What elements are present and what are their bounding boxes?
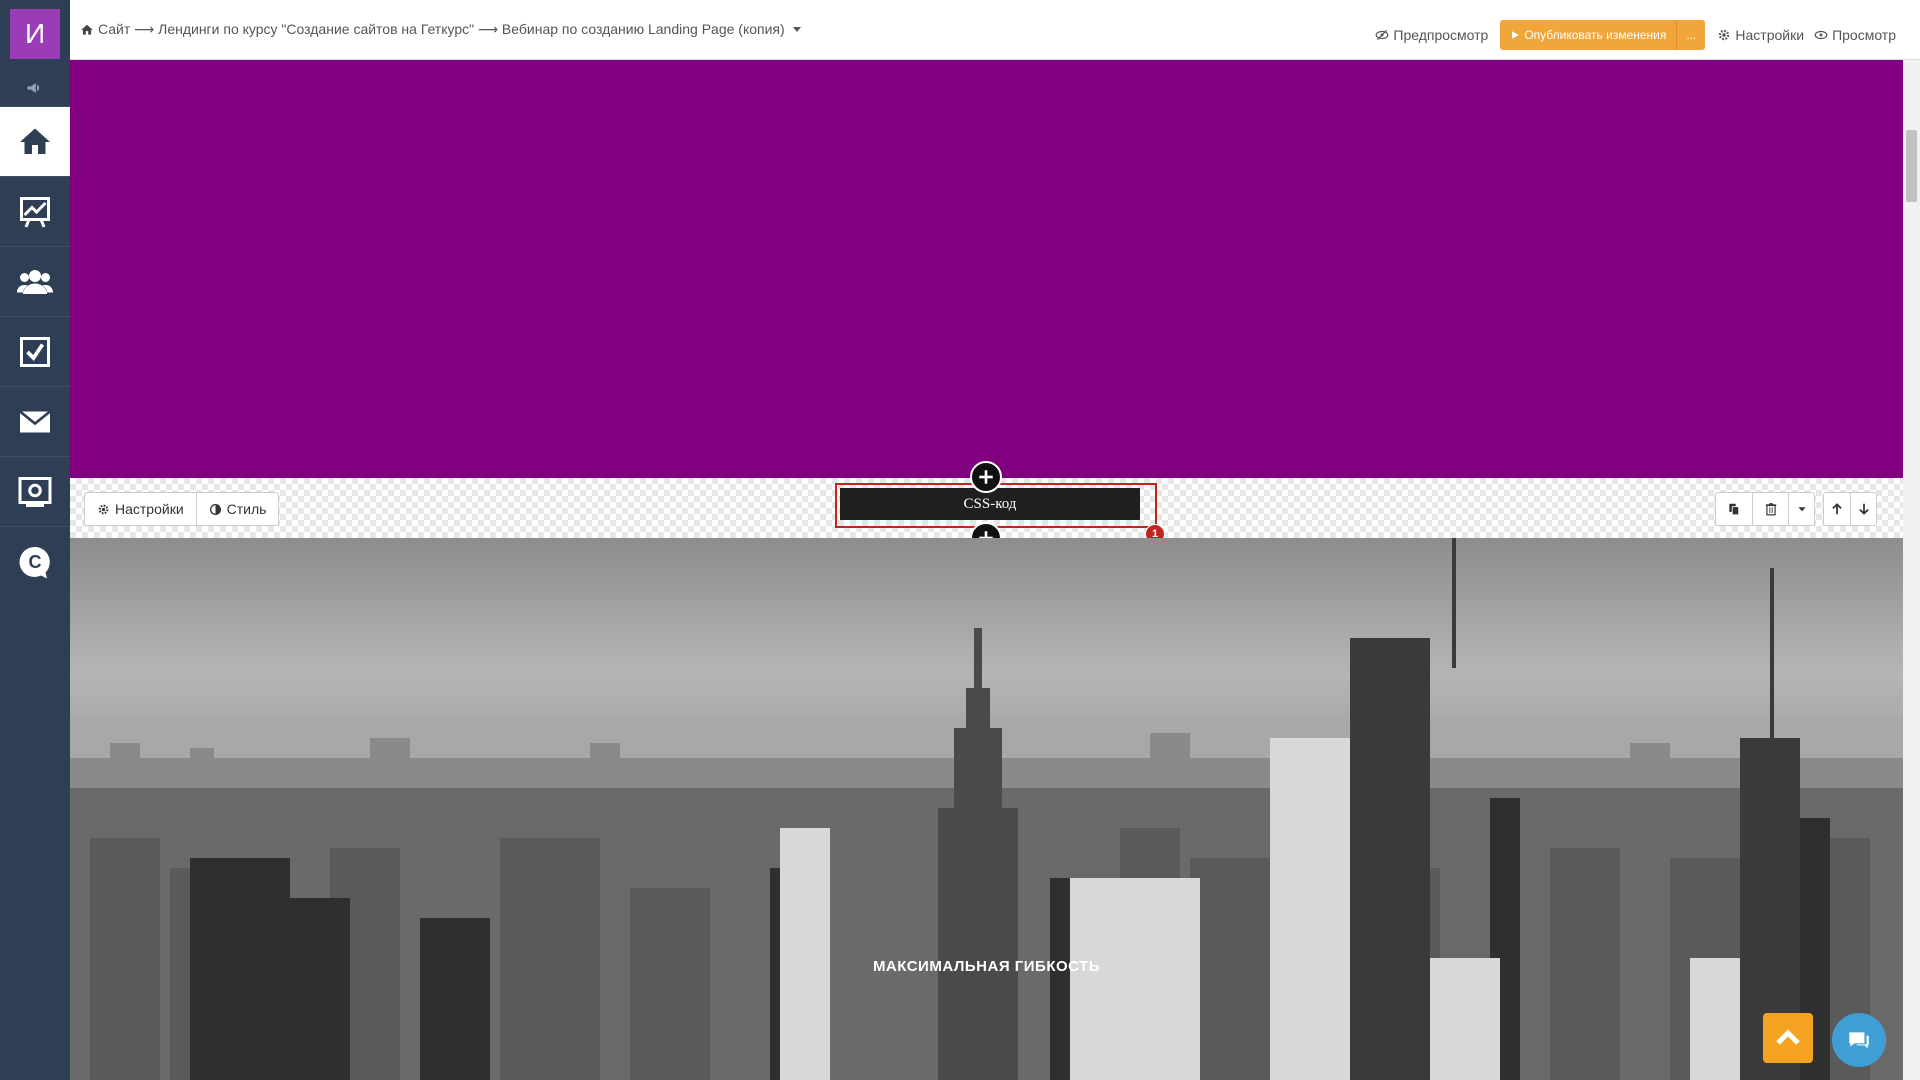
settings-icon[interactable] <box>0 456 70 526</box>
svg-text:C: C <box>29 552 42 572</box>
megaphone-icon[interactable] <box>0 70 70 106</box>
hero-section: МАКСИМАЛЬНАЯ ГИБКОСТЬ <box>70 538 1903 1080</box>
block-move-group <box>1823 492 1877 526</box>
chat-icon[interactable]: C <box>0 526 70 596</box>
city-skyline-image <box>70 538 1903 1080</box>
publish-button-group: Опубликовать изменения ... <box>1500 20 1706 50</box>
gear-icon <box>98 504 109 514</box>
scroll-to-top-button[interactable] <box>1763 1013 1813 1063</box>
tasks-icon[interactable] <box>0 316 70 386</box>
scrollbar-thumb[interactable] <box>1906 130 1917 202</box>
publish-button[interactable]: Опубликовать изменения <box>1500 20 1677 50</box>
arrow-up-icon[interactable] <box>1824 493 1850 525</box>
block-settings-group: Настройки Стиль <box>84 492 280 526</box>
chevron-up-icon <box>1776 1029 1800 1045</box>
page-scrollbar[interactable] <box>1903 60 1920 1080</box>
settings-link[interactable]: Настройки <box>1717 27 1804 43</box>
hero-title: МАКСИМАЛЬНАЯ ГИБКОСТЬ <box>872 958 1101 975</box>
caret-down-icon[interactable] <box>1788 493 1814 525</box>
home-small-icon <box>81 24 93 35</box>
preview-link[interactable]: Предпросмотр <box>1375 27 1488 43</box>
gear-icon <box>1719 29 1730 41</box>
eye-slash-icon <box>1375 29 1389 41</box>
block-actions-group <box>1715 492 1815 526</box>
trash-icon[interactable] <box>1752 493 1788 525</box>
add-block-above-icon[interactable] <box>970 461 1002 493</box>
eye-icon <box>1814 30 1828 40</box>
users-icon[interactable] <box>0 246 70 316</box>
breadcrumb-text[interactable]: Сайт ⟶ Лендинги по курсу "Создание сайто… <box>98 21 785 38</box>
block-settings-button[interactable]: Настройки <box>85 493 196 525</box>
caret-down-icon[interactable] <box>792 27 801 32</box>
play-icon <box>1512 31 1520 39</box>
css-code-block[interactable]: CSS-код <box>840 488 1140 520</box>
view-link[interactable]: Просмотр <box>1814 27 1896 43</box>
home-icon[interactable] <box>0 106 70 176</box>
block-style-button[interactable]: Стиль <box>195 493 279 525</box>
chat-widget-button[interactable] <box>1832 1013 1886 1067</box>
purple-section <box>70 60 1903 478</box>
chart-icon[interactable] <box>0 176 70 246</box>
contrast-icon <box>209 503 221 515</box>
left-sidebar: И C <box>0 0 70 1080</box>
copy-icon[interactable] <box>1716 493 1752 525</box>
arrow-down-icon[interactable] <box>1850 493 1876 525</box>
selected-block-frame[interactable]: CSS-код <box>835 483 1157 528</box>
publish-more-button[interactable]: ... <box>1676 20 1706 50</box>
top-bar: Сайт ⟶ Лендинги по курсу "Создание сайто… <box>70 0 1920 60</box>
chat-bubble-icon <box>1849 1032 1869 1049</box>
breadcrumb[interactable]: Сайт ⟶ Лендинги по курсу "Создание сайто… <box>80 21 801 38</box>
mail-icon[interactable] <box>0 386 70 456</box>
account-logo[interactable]: И <box>10 9 60 59</box>
